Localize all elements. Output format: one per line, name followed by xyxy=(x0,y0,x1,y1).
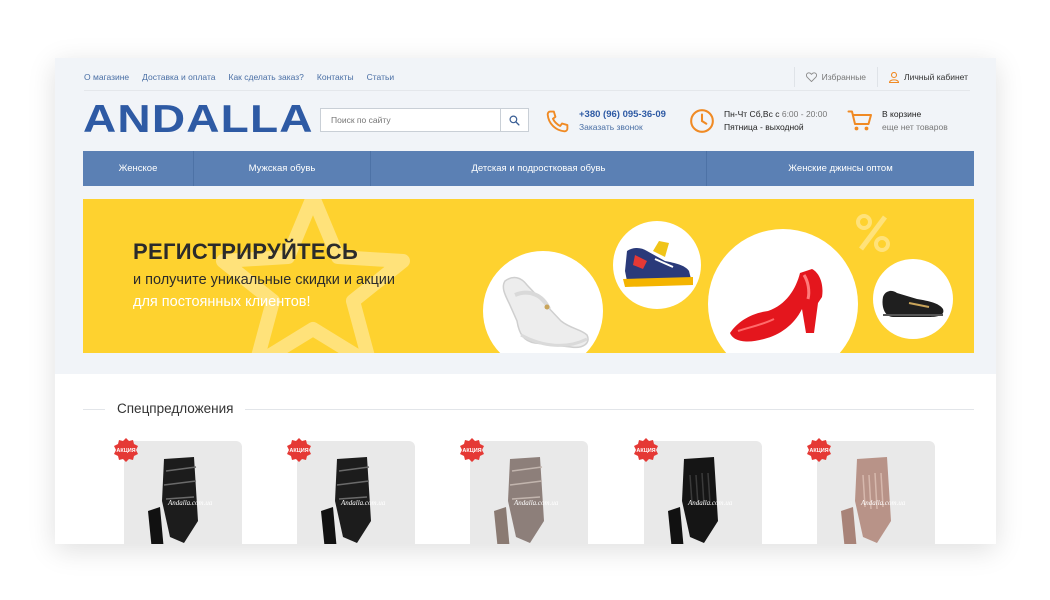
phone-icon xyxy=(546,110,569,132)
cart-status: еще нет товаров xyxy=(882,122,948,132)
cart-icon xyxy=(847,110,872,131)
specials-title: Спецпредложения xyxy=(105,401,246,416)
main-nav: Женское Мужская обувь Детская и подростк… xyxy=(83,151,974,186)
product-image: Andalla.com.ua xyxy=(668,457,733,544)
watermark: Andalla.com.ua xyxy=(860,499,906,507)
search-form xyxy=(320,108,529,132)
product-card[interactable]: Andalla.com.ua xyxy=(124,441,242,544)
user-links: Избранные Личный кабинет xyxy=(793,67,970,87)
top-link-how-to-order[interactable]: Как сделать заказ? xyxy=(229,72,304,82)
cart-label: В корзине xyxy=(882,109,922,119)
sale-badge-label: АКЦИЯ xyxy=(636,448,656,454)
promo-image-sneaker xyxy=(613,221,701,309)
product-card[interactable]: Andalla.com.ua xyxy=(470,441,588,544)
top-link-articles[interactable]: Статьи xyxy=(367,72,395,82)
nav-item-women[interactable]: Женское xyxy=(83,151,194,186)
sale-badge-label: АКЦИЯ xyxy=(462,448,482,454)
white-shoe-icon xyxy=(502,276,589,349)
hours-closed: Пятница - выходной xyxy=(724,122,804,132)
favorites-label: Избранные xyxy=(821,72,867,82)
banner-title: РЕГИСТРИРУЙТЕСЬ xyxy=(133,239,359,264)
site-header-area: О магазине Доставка и оплата Как сделать… xyxy=(55,58,996,374)
product-image: Andalla.com.ua xyxy=(321,457,386,544)
sale-badge-label: АКЦИЯ xyxy=(289,448,309,454)
promo-banner[interactable]: РЕГИСТРИРУЙТЕСЬ и получите уникальные ск… xyxy=(83,199,974,353)
top-link-delivery[interactable]: Доставка и оплата xyxy=(142,72,215,82)
phone-block: +380 (96) 095-36-09 Заказать звонок xyxy=(545,108,666,134)
user-icon xyxy=(889,71,900,83)
account-link[interactable]: Личный кабинет xyxy=(877,67,970,87)
sneaker-icon xyxy=(623,241,693,287)
product-image: Andalla.com.ua xyxy=(841,457,906,544)
nav-item-women-jeans[interactable]: Женские джинсы оптом xyxy=(707,151,974,186)
heart-icon xyxy=(805,72,817,82)
watermark: Andalla.com.ua xyxy=(687,499,733,507)
sale-badge: АКЦИЯ xyxy=(113,438,139,464)
top-link-about[interactable]: О магазине xyxy=(84,72,129,82)
red-pump-icon xyxy=(730,269,823,342)
phone-number[interactable]: +380 (96) 095-36-09 xyxy=(579,108,666,121)
nav-item-men-shoes[interactable]: Мужская обувь xyxy=(194,151,371,186)
banner-subtitle-2: для постоянных клиентов! xyxy=(133,294,311,310)
product-image: Andalla.com.ua xyxy=(494,457,559,544)
watermark: Andalla.com.ua xyxy=(167,499,213,507)
hours-days-label: Пн-Чт Сб,Вс с xyxy=(724,109,780,119)
sale-badge-label: АКЦИЯ xyxy=(116,448,136,454)
promo-image-white-shoe xyxy=(483,251,603,353)
hours-days: Пн-Чт Сб,Вс с 6:00 - 20:00 xyxy=(724,108,827,121)
watermark: Andalla.com.ua xyxy=(340,499,386,507)
search-button[interactable] xyxy=(500,108,529,132)
top-divider xyxy=(84,90,970,91)
site-logo[interactable]: ANDALLA xyxy=(83,100,314,140)
percent-decoration xyxy=(856,214,890,252)
hours-time: 6:00 - 20:00 xyxy=(781,109,828,119)
callback-link[interactable]: Заказать звонок xyxy=(579,121,666,134)
top-links: О магазине Доставка и оплата Как сделать… xyxy=(84,72,394,82)
search-icon xyxy=(509,114,520,126)
watermark: Andalla.com.ua xyxy=(513,499,559,507)
clock-icon xyxy=(690,109,714,133)
product-card[interactable]: Andalla.com.ua xyxy=(297,441,415,544)
sale-badge: АКЦИЯ xyxy=(286,438,312,464)
hours-block: Пн-Чт Сб,Вс с 6:00 - 20:00 Пятница - вых… xyxy=(689,108,827,134)
promo-image-red-pump xyxy=(708,229,858,353)
banner-subtitle: и получите уникальные скидки и акции xyxy=(133,272,395,288)
product-card[interactable]: Andalla.com.ua xyxy=(817,441,935,544)
sale-badge: АКЦИЯ xyxy=(633,438,659,464)
sale-badge-label: АКЦИЯ xyxy=(809,448,829,454)
promo-image-black-loafer xyxy=(873,259,953,339)
nav-item-kids-shoes[interactable]: Детская и подростковая обувь xyxy=(371,151,707,186)
account-label: Личный кабинет xyxy=(904,72,968,82)
favorites-link[interactable]: Избранные xyxy=(793,67,877,87)
top-link-contacts[interactable]: Контакты xyxy=(317,72,354,82)
sale-badge: АКЦИЯ xyxy=(459,438,485,464)
black-loafer-icon xyxy=(882,290,944,317)
cart-block[interactable]: В корзине еще нет товаров xyxy=(847,108,948,134)
search-input[interactable] xyxy=(320,108,500,132)
sale-badge: АКЦИЯ xyxy=(806,438,832,464)
browser-viewport: О магазине Доставка и оплата Как сделать… xyxy=(55,58,996,544)
product-card[interactable]: Andalla.com.ua xyxy=(644,441,762,544)
product-image: Andalla.com.ua xyxy=(148,457,213,544)
